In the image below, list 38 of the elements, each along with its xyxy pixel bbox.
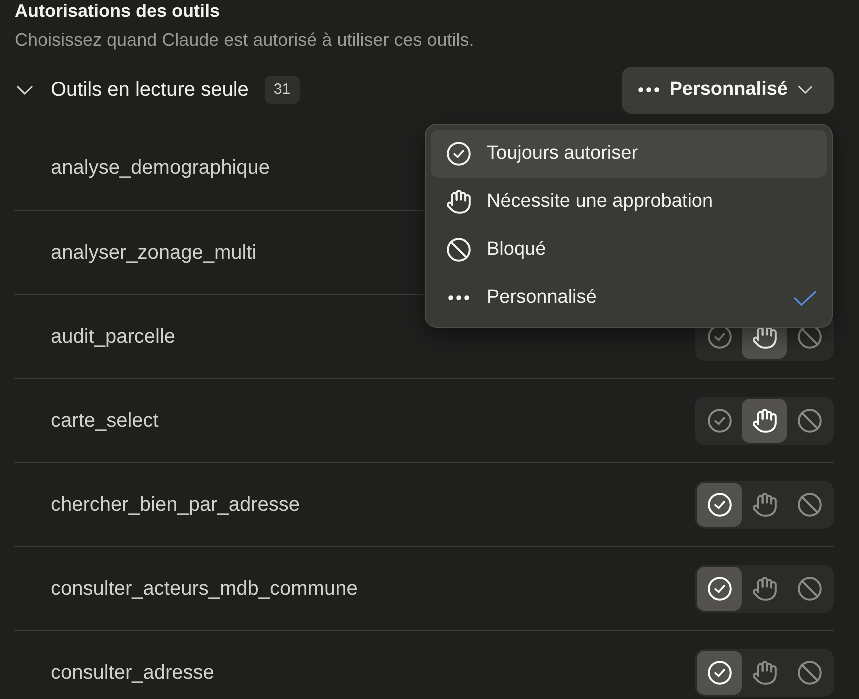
hand-icon [752,408,776,432]
tool-name: audit_parcelle [51,324,176,350]
check-circle-icon [708,408,732,432]
tool-name: consulter_acteurs_mdb_commune [51,576,358,602]
menu-item[interactable]: Personnalisé [431,274,827,322]
hand-icon [752,576,776,600]
allow-option-button[interactable] [697,566,742,610]
mode-dropdown-button[interactable]: Personnalisé [622,66,834,114]
tool-name: chercher_bien_par_adresse [51,492,300,518]
menu-item[interactable]: Bloqué [431,226,827,274]
allow-option-button[interactable] [697,482,742,526]
count-badge: 31 [264,76,300,104]
menu-item[interactable]: Nécessite une approbation [431,178,827,226]
tool-name: analyse_demographique [51,156,270,181]
ban-icon [798,576,822,600]
group-toggle-button[interactable]: Outils en lecture seule [15,77,249,103]
check-circle-icon [447,142,471,166]
allow-option-button[interactable] [697,650,742,694]
check-circle-icon [708,660,732,684]
section-title: Autorisations des outils [15,0,222,22]
chevron-down-icon [798,86,813,94]
ellipsis-icon [638,87,660,93]
check-circle-icon [708,492,732,516]
hand-icon [447,190,471,214]
approval-option-button[interactable] [742,398,787,442]
ban-icon [447,238,471,262]
tool-name: consulter_adresse [51,660,214,686]
tool-name: carte_select [51,408,159,434]
ellipsis-icon [448,295,470,301]
check-circle-icon [708,576,732,600]
hand-icon [752,660,776,684]
menu-item[interactable]: Toujours autoriser [431,130,827,178]
section-description: Choisissez quand Claude est autorisé à utiliser ces outils. [15,29,476,52]
hand-icon [752,492,776,516]
ban-icon [798,492,822,516]
ban-icon [798,408,822,432]
tool-name: analyser_zonage_multi [51,240,257,266]
ban-icon [798,660,822,684]
